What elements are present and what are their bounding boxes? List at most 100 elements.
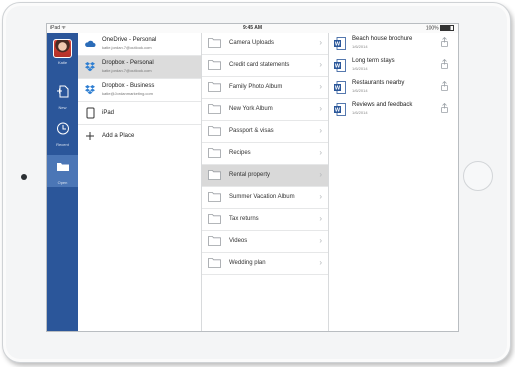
folder-name: Passport & visas bbox=[229, 128, 274, 134]
place-dropbox-personal[interactable]: Dropbox - Personal katie.jordan.7@outloo… bbox=[78, 56, 201, 79]
upload-icon[interactable] bbox=[441, 81, 448, 91]
folder-icon bbox=[208, 170, 221, 180]
cloud-icon bbox=[85, 40, 96, 47]
folder-icon bbox=[56, 163, 69, 171]
place-account: katie.jordan.7@outlook.com bbox=[102, 68, 152, 73]
document-name: Beach house brochure bbox=[352, 36, 413, 42]
chevron-right-icon: › bbox=[319, 214, 322, 223]
dropbox-icon bbox=[85, 62, 95, 72]
folder-row[interactable]: Wedding plan › bbox=[202, 253, 328, 275]
screen: iPad ᯤ 9:45 AM 100% Katie New Recent Ope… bbox=[46, 23, 459, 332]
nav-account-label: Katie bbox=[57, 60, 68, 65]
folder-row[interactable]: Summer Vacation Album › bbox=[202, 187, 328, 209]
folder-icon bbox=[208, 38, 221, 48]
place-name: Add a Place bbox=[102, 133, 135, 139]
place-name: iPad bbox=[102, 110, 115, 116]
status-bar: iPad ᯤ 9:45 AM 100% bbox=[47, 24, 458, 33]
folder-name: Family Photo Album bbox=[229, 84, 283, 90]
document-date: 1/6/2014 bbox=[352, 110, 368, 115]
folder-row[interactable]: Rental property › bbox=[202, 165, 328, 187]
home-button[interactable] bbox=[463, 161, 493, 191]
place-name: OneDrive - Personal bbox=[102, 37, 157, 43]
folder-row[interactable]: Videos › bbox=[202, 231, 328, 253]
chevron-right-icon: › bbox=[319, 258, 322, 267]
folder-row[interactable]: Passport & visas › bbox=[202, 121, 328, 143]
folder-icon bbox=[208, 192, 221, 202]
svg-text:W: W bbox=[335, 64, 341, 70]
battery-percent: 100% bbox=[425, 25, 439, 32]
chevron-right-icon: › bbox=[319, 126, 322, 135]
folder-row[interactable]: Tax returns › bbox=[202, 209, 328, 231]
word-doc-icon: W bbox=[334, 59, 346, 72]
document-date: 1/6/2014 bbox=[352, 44, 368, 49]
folder-icon bbox=[208, 126, 221, 136]
folder-name: Recipes bbox=[229, 150, 251, 156]
word-doc-icon: W bbox=[334, 37, 346, 50]
document-date: 1/6/2014 bbox=[352, 88, 368, 93]
chevron-right-icon: › bbox=[319, 38, 322, 47]
status-battery: 100% bbox=[426, 25, 454, 31]
chevron-right-icon: › bbox=[319, 148, 322, 157]
folder-icon bbox=[208, 104, 221, 114]
word-doc-icon: W bbox=[334, 103, 346, 116]
svg-text:W: W bbox=[335, 108, 341, 114]
camera-icon bbox=[21, 174, 27, 180]
place-account: katie.jordan.7@outlook.com bbox=[102, 45, 152, 50]
chevron-right-icon: › bbox=[319, 192, 322, 201]
nav-open-label: Open bbox=[57, 180, 68, 185]
clock-icon bbox=[56, 122, 69, 135]
folder-row[interactable]: Credit card statements › bbox=[202, 55, 328, 77]
place-name: Dropbox - Personal bbox=[102, 60, 154, 66]
svg-text:W: W bbox=[335, 86, 341, 92]
chevron-right-icon: › bbox=[319, 104, 322, 113]
nav-open[interactable]: Open bbox=[47, 155, 78, 187]
folder-icon bbox=[208, 236, 221, 246]
folder-icon bbox=[208, 82, 221, 92]
document-row[interactable]: W Long term stays 1/6/2014 bbox=[329, 55, 458, 77]
folder-icon bbox=[208, 214, 221, 224]
nav-recent-label: Recent bbox=[56, 142, 69, 147]
document-date: 1/6/2014 bbox=[352, 66, 368, 71]
place-onedrive-personal[interactable]: OneDrive - Personal katie.jordan.7@outlo… bbox=[78, 33, 201, 56]
document-row[interactable]: W Beach house brochure 1/6/2014 bbox=[329, 33, 458, 55]
battery-icon bbox=[440, 25, 454, 31]
folder-row[interactable]: Camera Uploads › bbox=[202, 33, 328, 55]
folder-name: Camera Uploads bbox=[229, 40, 275, 46]
word-doc-icon: W bbox=[334, 81, 346, 94]
chevron-right-icon: › bbox=[319, 60, 322, 69]
new-doc-icon bbox=[56, 85, 68, 98]
places-pane: OneDrive - Personal katie.jordan.7@outlo… bbox=[78, 33, 202, 331]
folder-row[interactable]: New York Album › bbox=[202, 99, 328, 121]
nav-new-label: New bbox=[58, 105, 67, 110]
document-row[interactable]: W Reviews and feedback 1/6/2014 bbox=[329, 99, 458, 121]
nav-rail: Katie New Recent Open bbox=[47, 33, 78, 331]
ipad-icon bbox=[86, 107, 95, 119]
chevron-right-icon: › bbox=[319, 82, 322, 91]
place-dropbox-business[interactable]: Dropbox - Business katie@Jordanmarketing… bbox=[78, 79, 201, 102]
nav-recent[interactable]: Recent bbox=[47, 122, 78, 147]
document-name: Long term stays bbox=[352, 58, 395, 64]
place-account: katie@Jordanmarketing.com bbox=[102, 91, 153, 96]
place-add[interactable]: Add a Place bbox=[78, 125, 201, 147]
plus-icon bbox=[86, 132, 94, 140]
place-ipad[interactable]: iPad bbox=[78, 102, 201, 125]
folder-name: Tax returns bbox=[229, 216, 259, 222]
folder-row[interactable]: Family Photo Album › bbox=[202, 77, 328, 99]
dropbox-icon bbox=[85, 85, 95, 95]
avatar bbox=[53, 39, 72, 58]
nav-new[interactable]: New bbox=[47, 85, 78, 110]
upload-icon[interactable] bbox=[441, 103, 448, 113]
document-name: Reviews and feedback bbox=[352, 102, 413, 108]
document-name: Restaurants nearby bbox=[352, 80, 405, 86]
folder-row[interactable]: Recipes › bbox=[202, 143, 328, 165]
chevron-right-icon: › bbox=[319, 236, 322, 245]
document-row[interactable]: W Restaurants nearby 1/6/2014 bbox=[329, 77, 458, 99]
upload-icon[interactable] bbox=[441, 59, 448, 69]
place-name: Dropbox - Business bbox=[102, 83, 155, 89]
folder-name: New York Album bbox=[229, 106, 273, 112]
upload-icon[interactable] bbox=[441, 37, 448, 47]
folder-icon bbox=[208, 60, 221, 70]
folder-icon bbox=[208, 148, 221, 158]
nav-account[interactable]: Katie bbox=[47, 39, 78, 65]
status-time: 9:45 AM bbox=[243, 25, 262, 31]
